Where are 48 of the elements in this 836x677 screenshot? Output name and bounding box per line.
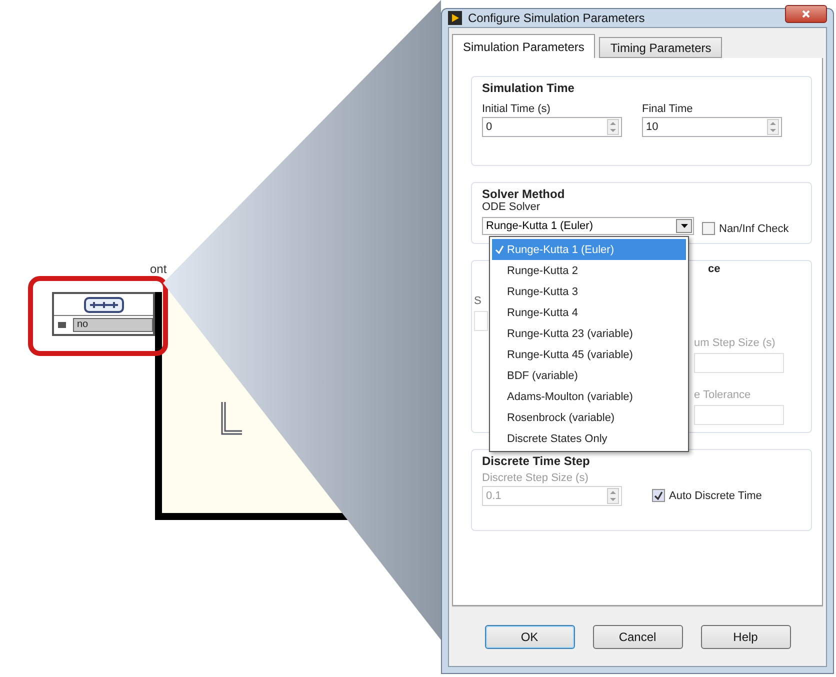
field-label: S — [474, 295, 482, 307]
menu-item[interactable]: BDF (variable) — [492, 365, 686, 386]
menu-item[interactable]: Rosenbrock (variable) — [492, 407, 686, 428]
diagram-icon — [220, 400, 244, 436]
tab[interactable]: Timing Parameters — [599, 37, 722, 58]
node-label: ont — [150, 262, 167, 276]
check-icon — [495, 245, 504, 254]
checkmark-icon — [654, 491, 663, 500]
group-title: Discrete Time Step — [482, 454, 591, 468]
field-label: ODE Solver — [482, 201, 542, 213]
dialog-button[interactable]: OK — [484, 624, 574, 648]
number-field[interactable] — [694, 405, 784, 425]
node-icon — [84, 296, 124, 312]
dialog-button[interactable]: Help — [700, 624, 790, 648]
group-title: ce — [708, 263, 720, 275]
group-title: Simulation Time — [482, 81, 576, 95]
menu-item[interactable]: Runge-Kutta 4 — [492, 302, 686, 323]
menu-item[interactable]: Discrete States Only — [492, 428, 686, 449]
menu-item[interactable]: Runge-Kutta 23 (variable) — [492, 323, 686, 344]
number-field[interactable]: 10 — [642, 117, 782, 137]
caret-icon — [680, 224, 688, 228]
close-icon — [802, 10, 810, 18]
field-label: Final Time — [642, 103, 694, 115]
spinner-icon[interactable] — [607, 119, 619, 135]
number-field[interactable]: 0 — [482, 117, 622, 137]
field-label: Initial Time (s) — [482, 103, 552, 115]
node-field: no — [73, 318, 153, 332]
dialog-button[interactable]: Cancel — [592, 624, 682, 648]
field-label: e Tolerance — [694, 389, 751, 401]
group-title: Solver Method — [482, 187, 566, 201]
field-label: um Step Size (s) — [694, 337, 776, 349]
tab[interactable]: Simulation Parameters — [452, 34, 596, 58]
field-label: Discrete Step Size (s) — [482, 472, 590, 484]
nan-inf-checkbox[interactable]: Nan/Inf Check — [702, 222, 789, 235]
number-field[interactable] — [694, 353, 784, 373]
menu-item[interactable]: Runge-Kutta 2 — [492, 260, 686, 281]
window-title: Configure Simulation Parameters — [468, 11, 646, 25]
spinner-icon[interactable] — [767, 119, 779, 135]
number-field[interactable] — [474, 311, 488, 331]
auto-discrete-checkbox[interactable]: Auto Discrete Time — [652, 489, 762, 502]
close-button[interactable] — [785, 5, 827, 23]
menu-item[interactable]: Runge-Kutta 45 (variable) — [492, 344, 686, 365]
menu-item[interactable]: Adams-Moulton (variable) — [492, 386, 686, 407]
terminal-icon — [57, 321, 67, 329]
app-icon — [448, 11, 462, 25]
diagram-node[interactable]: no — [52, 292, 155, 336]
menu-item[interactable]: Runge-Kutta 3 — [492, 281, 686, 302]
solver-dropdown[interactable]: Runge-Kutta 1 (Euler) — [482, 217, 694, 235]
